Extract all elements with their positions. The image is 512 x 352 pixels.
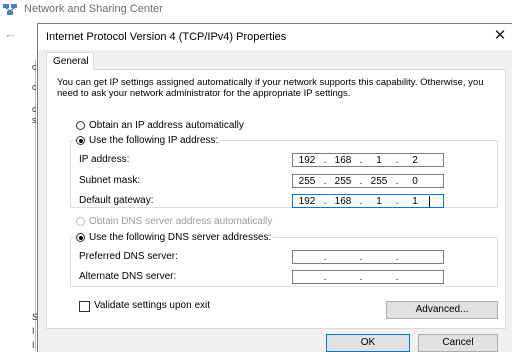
radio-button[interactable] [76, 121, 85, 130]
radio-button-disabled[interactable] [76, 217, 85, 226]
ip-octet: 168 [334, 154, 352, 166]
octet-separator: . [323, 195, 327, 207]
radio-obtain-dns-auto[interactable]: Obtain DNS server address automatically [76, 216, 272, 227]
background-text-fragment: c [32, 82, 37, 92]
subnet-mask-field[interactable]: 255. 255. 255. 0 [292, 174, 444, 188]
octet-separator: . [323, 154, 327, 166]
radio-obtain-ip-auto-label: Obtain an IP address automatically [89, 120, 244, 131]
background-text-fragment: I [32, 326, 35, 336]
back-arrow-icon[interactable]: ← [4, 26, 17, 41]
ip-octet: 192 [298, 154, 316, 166]
octet-separator: . [395, 175, 399, 187]
octet-separator: . [395, 251, 399, 263]
ip-octet: 2 [412, 154, 418, 166]
ip-octet: 1 [376, 195, 382, 207]
octet-separator: . [359, 175, 363, 187]
background-text-fragment: c [32, 104, 37, 114]
ok-button[interactable]: OK [326, 334, 410, 352]
network-icon [3, 4, 17, 15]
default-gateway-label: Default gateway: [79, 195, 154, 206]
radio-use-following-dns[interactable]: Use the following DNS server addresses: [76, 232, 274, 243]
background-window-title-text: Network and Sharing Center [24, 3, 163, 15]
ip-octet: 255 [370, 175, 388, 187]
ip-octet: 0 [412, 175, 418, 187]
close-icon[interactable]: ✕ [491, 27, 509, 45]
preferred-dns-label: Preferred DNS server: [79, 251, 178, 262]
octet-separator: . [359, 251, 363, 263]
ip-octet: 192 [298, 195, 316, 207]
subnet-mask-label: Subnet mask: [79, 175, 141, 186]
radio-obtain-ip-auto[interactable]: Obtain an IP address automatically [76, 120, 244, 131]
ip-octet: 255 [334, 175, 352, 187]
octet-separator: . [395, 271, 399, 283]
advanced-button[interactable]: Advanced... [386, 301, 498, 319]
ip-octet: 168 [334, 195, 352, 207]
alternate-dns-field[interactable]: . . . [292, 270, 444, 284]
text-cursor [429, 195, 430, 207]
tab-general[interactable]: General [46, 52, 94, 70]
octet-separator: . [323, 251, 327, 263]
octet-separator: . [395, 154, 399, 166]
octet-separator: . [323, 271, 327, 283]
validate-settings-label: Validate settings upon exit [94, 300, 211, 311]
default-gateway-field[interactable]: 192. 168. 1. 1 [292, 194, 444, 208]
octet-separator: . [359, 195, 363, 207]
intro-text: You can get IP settings assigned automat… [57, 77, 484, 99]
radio-button-selected[interactable] [76, 136, 85, 145]
ip-octet: 1 [376, 154, 382, 166]
background-text-fragment: c [32, 62, 37, 72]
ip-address-field[interactable]: 192. 168. 1. 2 [292, 153, 444, 167]
alternate-dns-label: Alternate DNS server: [79, 271, 177, 282]
tab-general-label: General [53, 56, 89, 67]
radio-use-following-ip[interactable]: Use the following IP address: [76, 135, 221, 146]
octet-separator: . [395, 195, 399, 207]
radio-use-following-ip-label: Use the following IP address: [89, 135, 219, 146]
ip-address-label: IP address: [79, 154, 130, 165]
radio-button-selected[interactable] [76, 233, 85, 242]
validate-settings-checkbox[interactable] [79, 301, 90, 312]
octet-separator: . [359, 154, 363, 166]
ipv4-properties-dialog: Internet Protocol Version 4 (TCP/IPv4) P… [37, 23, 512, 352]
background-text-fragment: s [32, 115, 37, 125]
octet-separator: . [323, 175, 327, 187]
dialog-title-bar[interactable]: Internet Protocol Version 4 (TCP/IPv4) P… [38, 24, 512, 50]
radio-obtain-dns-auto-label: Obtain DNS server address automatically [89, 216, 273, 227]
preferred-dns-field[interactable]: . . . [292, 250, 444, 264]
octet-separator: . [359, 271, 363, 283]
cancel-button[interactable]: Cancel [418, 334, 498, 352]
radio-use-following-dns-label: Use the following DNS server addresses: [89, 232, 272, 243]
background-window-title: Network and Sharing Center [0, 0, 512, 22]
ip-octet: 1 [412, 195, 418, 207]
general-tab-panel: You can get IP settings assigned automat… [46, 69, 506, 329]
background-text-fragment: I [32, 340, 35, 350]
dialog-title: Internet Protocol Version 4 (TCP/IPv4) P… [46, 31, 287, 43]
ip-octet: 255 [298, 175, 316, 187]
